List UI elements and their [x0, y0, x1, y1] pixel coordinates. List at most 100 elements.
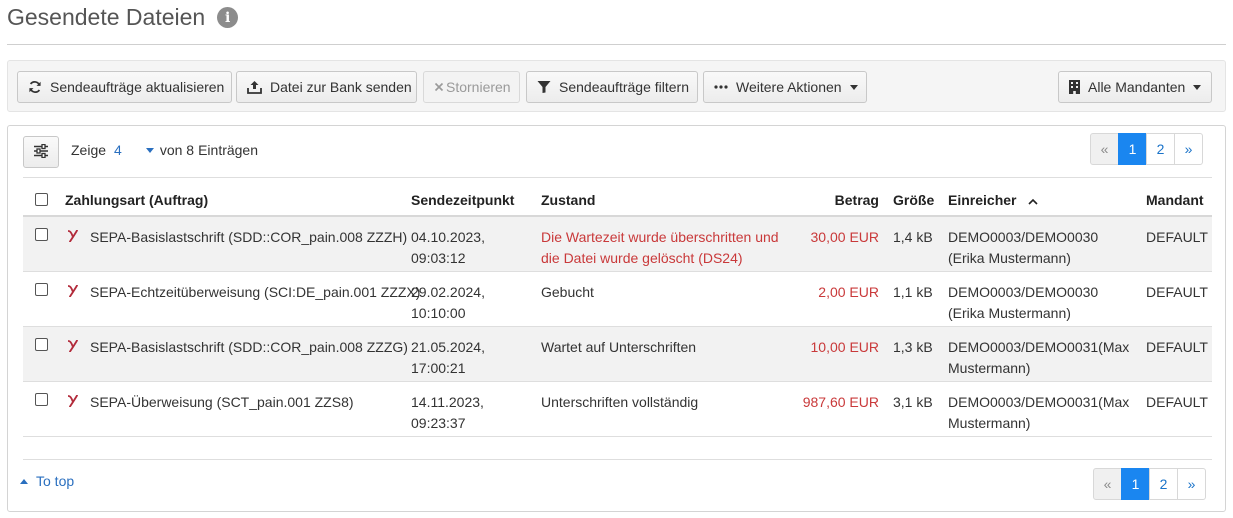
- pagination-page-2[interactable]: 2: [1146, 133, 1175, 165]
- state-text: Unterschriften vollständig: [541, 394, 699, 410]
- column-header-client[interactable]: Mandant: [1146, 192, 1204, 208]
- client-selector-label: Alle Mandanten: [1088, 79, 1186, 95]
- sent-time: 09:23:37: [411, 415, 466, 431]
- sent-time: 10:10:00: [411, 305, 466, 321]
- state-line-1: Die Wartezeit wurde überschritten und: [541, 229, 779, 245]
- sepa-icon: [68, 340, 78, 352]
- column-header-amount[interactable]: Betrag: [813, 192, 879, 208]
- sent-date: 29.02.2024,: [411, 284, 485, 300]
- select-all-checkbox[interactable]: [35, 193, 48, 206]
- submitter-line-1: DEMO0003/DEMO0030: [948, 229, 1099, 245]
- row-checkbox[interactable]: [35, 393, 48, 406]
- chevron-down-icon: [1193, 84, 1202, 90]
- more-actions-dropdown[interactable]: Weitere Aktionen: [703, 71, 867, 103]
- action-toolbar: Sendeaufträge aktualisieren Datei zur Ba…: [7, 60, 1226, 112]
- table-row[interactable]: SEPA-Überweisung (SCT_pain.001 ZZS8) 14.…: [23, 382, 1212, 437]
- pagination-page-1[interactable]: 1: [1121, 468, 1150, 500]
- column-header-state[interactable]: Zustand: [541, 192, 595, 208]
- column-header-type[interactable]: Zahlungsart (Auftrag): [65, 192, 208, 208]
- column-header-sent[interactable]: Sendezeitpunkt: [411, 192, 514, 208]
- submitter: DEMO0003/DEMO0030 (Erika Mustermann): [948, 282, 1098, 324]
- cancel-order-label: Stornieren: [446, 79, 511, 95]
- more-actions-label: Weitere Aktionen: [736, 79, 842, 95]
- sent-timestamp: 21.05.2024, 17:00:21: [411, 337, 485, 379]
- payment-type: SEPA-Basislastschrift (SDD::COR_pain.008…: [90, 229, 408, 245]
- chevron-down-icon: [849, 84, 858, 90]
- building-icon: [1069, 79, 1080, 95]
- table-header: Zahlungsart (Auftrag) Sendezeitpunkt Zus…: [23, 177, 1212, 217]
- client-value: DEFAULT: [1146, 229, 1208, 245]
- size-value: 1,4 kB: [893, 229, 933, 245]
- upload-icon: [247, 79, 262, 95]
- refresh-icon: [28, 79, 42, 95]
- sent-time: 17:00:21: [411, 360, 466, 376]
- state-text: Wartet auf Unterschriften: [541, 339, 697, 355]
- sent-timestamp: 04.10.2023, 09:03:12: [411, 227, 485, 269]
- payment-type: SEPA-Echtzeitüberweisung (SCI:DE_pain.00…: [90, 284, 421, 300]
- title-divider: [7, 44, 1226, 45]
- pagination-next[interactable]: »: [1174, 133, 1203, 165]
- amount-value: 987,60 EUR: [802, 394, 879, 410]
- send-to-bank-label: Datei zur Bank senden: [270, 79, 412, 95]
- amount-value: 2,00 EUR: [818, 284, 879, 300]
- size-value: 3,1 kB: [893, 394, 933, 410]
- ellipsis-icon: [714, 79, 728, 95]
- filter-icon: [537, 79, 551, 95]
- pagination-prev[interactable]: «: [1093, 468, 1122, 500]
- column-header-submitter-wrap[interactable]: Einreicher: [948, 192, 1038, 208]
- submitter-line-1: DEMO0003/DEMO0031(Max: [948, 394, 1130, 410]
- table-row[interactable]: SEPA-Basislastschrift (SDD::COR_pain.008…: [23, 217, 1212, 272]
- row-checkbox[interactable]: [35, 228, 48, 241]
- pagination-next[interactable]: »: [1177, 468, 1206, 500]
- filter-orders-label: Sendeaufträge filtern: [559, 79, 689, 95]
- to-top-label: To top: [36, 473, 75, 489]
- chevron-up-icon: [1028, 192, 1038, 208]
- submitter-line-2: (Erika Mustermann): [948, 305, 1071, 321]
- send-to-bank-button[interactable]: Datei zur Bank senden: [236, 71, 417, 103]
- of-total-label: von 8: [159, 142, 195, 158]
- caret-up-icon: [20, 478, 28, 484]
- sent-timestamp: 29.02.2024, 10:10:00: [411, 282, 485, 324]
- cancel-order-button[interactable]: Stornieren: [423, 71, 520, 103]
- sepa-icon: [68, 285, 78, 297]
- page-size-control: Zeige 4 von 8 Einträgen: [71, 142, 258, 158]
- column-settings-button[interactable]: [23, 136, 59, 168]
- page-size-select[interactable]: 4: [114, 142, 122, 158]
- submitter-line-2: Mustermann): [948, 415, 1031, 431]
- sepa-icon: [68, 395, 78, 407]
- submitter: DEMO0003/DEMO0031(Max Mustermann): [948, 337, 1129, 379]
- pagination-page-2[interactable]: 2: [1149, 468, 1178, 500]
- pagination-top: « 1 2 »: [1090, 133, 1203, 165]
- pagination-prev[interactable]: «: [1090, 133, 1119, 165]
- payment-type: SEPA-Überweisung (SCT_pain.001 ZZS8): [90, 394, 354, 410]
- sent-timestamp: 14.11.2023, 09:23:37: [411, 392, 484, 434]
- sliders-icon: [33, 143, 49, 161]
- sent-date: 21.05.2024,: [411, 339, 485, 355]
- column-header-size[interactable]: Größe: [893, 192, 934, 208]
- table-row[interactable]: SEPA-Basislastschrift (SDD::COR_pain.008…: [23, 327, 1212, 382]
- sent-date: 14.11.2023,: [411, 394, 484, 410]
- submitter-line-1: DEMO0003/DEMO0031(Max: [948, 339, 1130, 355]
- row-checkbox[interactable]: [35, 338, 48, 351]
- row-checkbox[interactable]: [35, 283, 48, 296]
- pagination-page-1[interactable]: 1: [1118, 133, 1147, 165]
- submitter-line-2: Mustermann): [948, 360, 1031, 376]
- payment-type: SEPA-Basislastschrift (SDD::COR_pain.008…: [90, 339, 408, 355]
- pagination-bottom: « 1 2 »: [1093, 468, 1206, 500]
- state-text: Gebucht: [541, 284, 594, 300]
- table-row[interactable]: SEPA-Echtzeitüberweisung (SCI:DE_pain.00…: [23, 272, 1212, 327]
- sent-date: 04.10.2023,: [411, 229, 485, 245]
- info-icon[interactable]: i: [217, 7, 239, 28]
- size-value: 1,1 kB: [893, 284, 933, 300]
- caret-down-icon[interactable]: [145, 147, 154, 153]
- to-top-link[interactable]: To top: [20, 473, 74, 489]
- client-selector-dropdown[interactable]: Alle Mandanten: [1058, 71, 1212, 103]
- sent-files-panel: Zeige 4 von 8 Einträgen « 1 2 » Zahlungs…: [7, 125, 1226, 512]
- show-label: Zeige: [71, 142, 107, 158]
- client-value: DEFAULT: [1146, 394, 1208, 410]
- sepa-icon: [68, 230, 78, 242]
- refresh-label: Sendeaufträge aktualisieren: [50, 79, 225, 95]
- entries-label: Einträgen: [198, 142, 259, 158]
- refresh-button[interactable]: Sendeaufträge aktualisieren: [17, 71, 232, 103]
- filter-orders-button[interactable]: Sendeaufträge filtern: [526, 71, 698, 103]
